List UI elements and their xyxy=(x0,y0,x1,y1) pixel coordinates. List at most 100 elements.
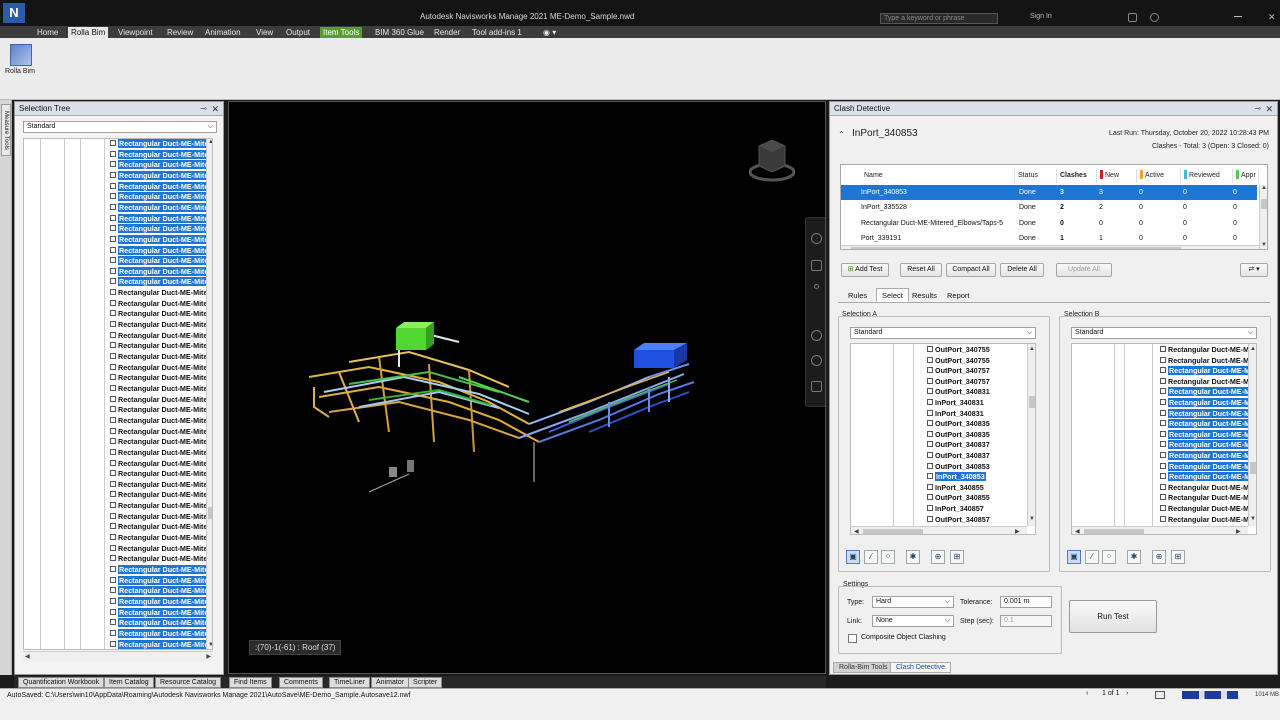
scroll-down-icon[interactable]: ▼ xyxy=(208,642,212,648)
pan-icon[interactable] xyxy=(811,260,822,271)
selection-b-list[interactable]: Rectangular Duct-ME-MiteredRectangular D… xyxy=(1071,343,1257,535)
menu-tool-addins[interactable]: Tool add-ins 1 xyxy=(469,27,525,38)
table-row[interactable]: InPort_335528 Done 2 2 0 0 0 xyxy=(841,200,1257,215)
selection-a-scroll-thumb[interactable] xyxy=(1029,396,1035,408)
tree-item[interactable]: OutPort_340757 xyxy=(927,366,1035,377)
selection-b-scroll-thumb[interactable] xyxy=(1250,462,1256,474)
tree-item[interactable]: Rectangular Duct-ME-Mitered xyxy=(110,266,212,278)
scroll-down-icon[interactable]: ▼ xyxy=(1261,242,1267,248)
tree-item[interactable]: Rectangular Duct-ME-Mitered xyxy=(1160,493,1256,504)
file-mode-icon[interactable]: ▣ xyxy=(846,550,860,564)
selection-a-vscroll[interactable]: ▲ ▼ xyxy=(1027,344,1035,526)
tree-item[interactable]: Rectangular Duct-ME-Mitered xyxy=(110,309,212,320)
add-test-button[interactable]: ⊞ Add Test xyxy=(841,263,889,277)
tree-item[interactable]: Rectangular Duct-ME-Mitered xyxy=(110,427,212,438)
tab-item-catalog[interactable]: Item Catalog xyxy=(104,677,154,688)
dot-icon[interactable] xyxy=(814,284,819,289)
tree-item[interactable]: Rectangular Duct-ME-Mitered xyxy=(110,170,212,182)
grid-vertical-scrollbar[interactable]: ▲ ▼ xyxy=(1259,185,1267,249)
menu-output[interactable]: Output xyxy=(283,27,313,38)
tree-item[interactable]: Rectangular Duct-ME-Mitered xyxy=(110,501,212,512)
tree-item[interactable]: InPort_340831 xyxy=(927,398,1035,409)
tree-item[interactable]: Rectangular Duct-ME-Mitered xyxy=(110,490,212,501)
tree-item[interactable]: Rectangular Duct-ME-Mitered xyxy=(110,149,212,161)
sheet-browser-icon[interactable] xyxy=(1155,691,1165,699)
tab-animator[interactable]: Animator xyxy=(371,677,410,688)
tree-item[interactable]: Rectangular Duct-ME-Mitered xyxy=(110,331,212,342)
help-search-input[interactable]: Type a keyword or phrase xyxy=(880,13,998,24)
tree-item[interactable]: OutPort_340855 xyxy=(927,493,1035,504)
tree-item[interactable]: Rectangular Duct-ME-Mitered xyxy=(1160,408,1256,420)
step-input[interactable]: 0.1 xyxy=(1000,615,1052,627)
menu-view[interactable]: View xyxy=(253,27,276,38)
col-reviewed[interactable]: Reviewed xyxy=(1181,169,1233,183)
selection-tree-list[interactable]: Rectangular Duct-ME-Mitered Rectangular D… xyxy=(23,138,213,650)
selection-b-hscroll-thumb[interactable] xyxy=(1084,529,1144,534)
tree-item[interactable]: Rectangular Duct-ME-Mitered xyxy=(110,299,212,310)
delete-all-button[interactable]: Delete All xyxy=(1000,263,1044,277)
tree-item[interactable]: OutPort_340837 xyxy=(927,451,1035,462)
tree-item[interactable]: Rectangular Duct-ME-Mitered xyxy=(110,575,212,587)
tree-item[interactable]: Rectangular Duct-ME-Mitered xyxy=(110,373,212,384)
type-dropdown[interactable]: Hard ⌵ xyxy=(872,596,954,608)
menu-bim-360-glue[interactable]: BIM 360 Glue xyxy=(372,27,427,38)
scroll-left-icon[interactable]: ◀ xyxy=(854,528,859,534)
app-logo-icon[interactable]: N xyxy=(3,3,25,23)
scroll-down-icon[interactable]: ▼ xyxy=(1250,516,1256,522)
tree-item[interactable]: Rectangular Duct-ME-Mitered xyxy=(110,341,212,352)
tab-select[interactable]: Select xyxy=(876,288,909,302)
tree-item[interactable]: Rectangular Duct-ME-Mitered xyxy=(110,224,212,235)
selection-b-hscroll[interactable]: ◀ ▶ xyxy=(1072,526,1248,534)
tab-scripter[interactable]: Scripter xyxy=(408,677,443,688)
tree-item[interactable]: Rectangular Duct-ME-Mitered xyxy=(110,565,212,576)
tree-item[interactable]: Rectangular Duct-ME-Mitered xyxy=(1160,366,1256,377)
sign-in-link[interactable]: Sign In xyxy=(1030,13,1052,20)
menu-render[interactable]: Render xyxy=(431,27,463,38)
tree-item[interactable]: OutPort_340757 xyxy=(927,377,1035,388)
scroll-up-icon[interactable]: ▲ xyxy=(1250,346,1256,352)
tree-item[interactable]: Rectangular Duct-ME-Mitered xyxy=(110,202,212,214)
tree-item[interactable]: OutPort_340831 xyxy=(927,387,1035,398)
table-row[interactable]: Rectangular Duct-ME-Mitered_Elbows/Taps-… xyxy=(841,216,1257,231)
tree-item[interactable]: Rectangular Duct-ME-Mitered xyxy=(1160,515,1256,526)
tree-item[interactable]: OutPort_340755 xyxy=(927,356,1035,367)
tab-find-items[interactable]: Find Items xyxy=(229,677,272,688)
selection-b-vscroll[interactable]: ▲ ▼ xyxy=(1248,344,1256,526)
menu-rolla-bim[interactable]: Rolla Bim xyxy=(68,27,109,38)
tree-item[interactable]: Rectangular Duct-ME-Mitered xyxy=(110,522,212,533)
tree-item[interactable]: Rectangular Duct-ME-Mitered xyxy=(1160,429,1256,441)
tree-item[interactable]: Rectangular Duct-ME-Mitered xyxy=(110,320,212,331)
selection-a-hscroll-thumb[interactable] xyxy=(863,529,923,534)
tree-item[interactable]: Rectangular Duct-ME-Mitered xyxy=(110,480,212,491)
selection-a-dropdown[interactable]: Standard ⌵ xyxy=(850,327,1036,339)
scroll-right-icon[interactable]: ▶ xyxy=(1015,528,1020,534)
table-row[interactable]: InPort_340853 Done 3 3 0 0 0 xyxy=(841,185,1257,200)
close-icon[interactable]: ✕ xyxy=(211,102,219,116)
rolla-bim-button-label[interactable]: Rolla Bim xyxy=(5,68,35,75)
scroll-up-icon[interactable]: ▲ xyxy=(1029,346,1035,352)
view-cube[interactable] xyxy=(748,136,796,182)
orbit-icon[interactable] xyxy=(811,330,822,341)
tree-item[interactable]: Rectangular Duct-ME-Mitered xyxy=(1160,483,1256,494)
tree-item[interactable]: Rectangular Duct-ME-Mitered xyxy=(110,639,212,649)
tree-item[interactable]: Rectangular Duct-ME-Mitered xyxy=(110,405,212,416)
scroll-right-icon[interactable]: ▶ xyxy=(206,653,211,660)
tree-item[interactable]: Rectangular Duct-ME-Mitered xyxy=(110,139,212,150)
tree-item[interactable]: Rectangular Duct-ME-Mitered xyxy=(1160,461,1256,473)
grid-horizontal-scrollbar[interactable] xyxy=(841,245,1259,249)
use-current-selection-b-icon[interactable]: ⊕ xyxy=(1152,550,1166,564)
tree-item[interactable]: Rectangular Duct-ME-Mitered xyxy=(110,628,212,640)
col-active[interactable]: Active xyxy=(1137,169,1181,183)
tree-item[interactable]: Rectangular Duct-ME-Mitered xyxy=(1160,451,1256,462)
pin-icon[interactable]: ⊸ xyxy=(200,102,207,116)
use-current-selection-icon[interactable]: ⊕ xyxy=(931,550,945,564)
tree-scroll-thumb[interactable] xyxy=(208,507,212,519)
exchange-icon[interactable] xyxy=(1128,13,1137,22)
steering-wheel-icon[interactable] xyxy=(811,233,822,244)
line-mode-icon[interactable]: ⁄ xyxy=(864,550,878,564)
col-status[interactable]: Status xyxy=(1015,169,1057,183)
tree-item[interactable]: Rectangular Duct-ME-Mitered xyxy=(110,277,212,288)
tree-item[interactable]: Rectangular Duct-ME-Mitered xyxy=(1160,387,1256,398)
tree-item[interactable]: Rectangular Duct-ME-Mitered xyxy=(110,192,212,203)
tree-item[interactable]: Rectangular Duct-ME-Mitered xyxy=(110,618,212,629)
